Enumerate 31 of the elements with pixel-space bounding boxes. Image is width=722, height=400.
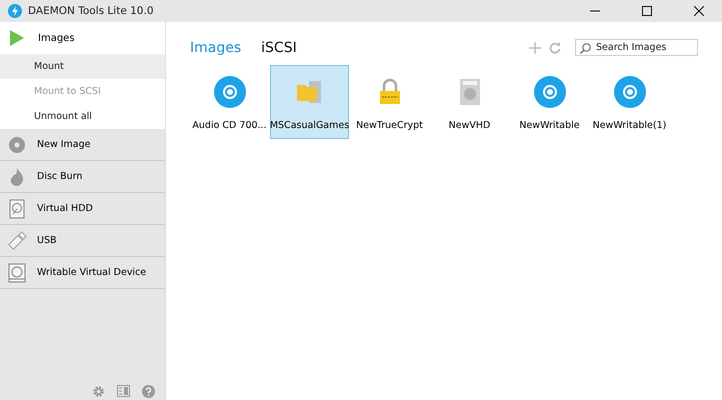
window-title: DAEMON Tools Lite 10.0 (28, 5, 154, 17)
help-icon[interactable] (142, 385, 155, 398)
image-item[interactable]: Audio CD 700... (190, 65, 269, 139)
image-item[interactable]: NewVHD (430, 65, 509, 139)
image-item[interactable]: NewWritable (510, 65, 589, 139)
usb-stick-icon (7, 230, 27, 250)
section-label: Images (38, 32, 75, 44)
search-field[interactable]: Search Images (575, 39, 698, 56)
disc-icon (7, 136, 27, 154)
image-item[interactable]: NewTrueCrypt (350, 65, 429, 139)
play-icon (10, 30, 24, 46)
add-icon[interactable] (529, 42, 541, 54)
layout-icon[interactable] (117, 385, 130, 397)
disc-icon (212, 74, 246, 108)
refresh-icon[interactable] (549, 42, 561, 54)
maximize-icon[interactable] (642, 6, 652, 16)
hard-drive-icon (7, 198, 27, 218)
image-item[interactable]: MSCasualGames (270, 65, 349, 139)
app-logo-icon (8, 4, 22, 18)
sidebar-item[interactable]: Mount (0, 54, 165, 79)
tab[interactable]: Images (190, 40, 242, 56)
close-icon[interactable] (694, 6, 704, 16)
disc-icon (612, 74, 646, 108)
disc-icon (532, 74, 566, 108)
hard-drive-icon (458, 78, 480, 106)
padlock-icon (378, 78, 402, 106)
settings-icon[interactable] (92, 385, 105, 398)
disc-drive-icon (7, 262, 27, 282)
search-icon (580, 43, 591, 54)
tab[interactable]: iSCSI (261, 40, 297, 56)
image-item[interactable]: NewWritable(1) (590, 65, 669, 139)
